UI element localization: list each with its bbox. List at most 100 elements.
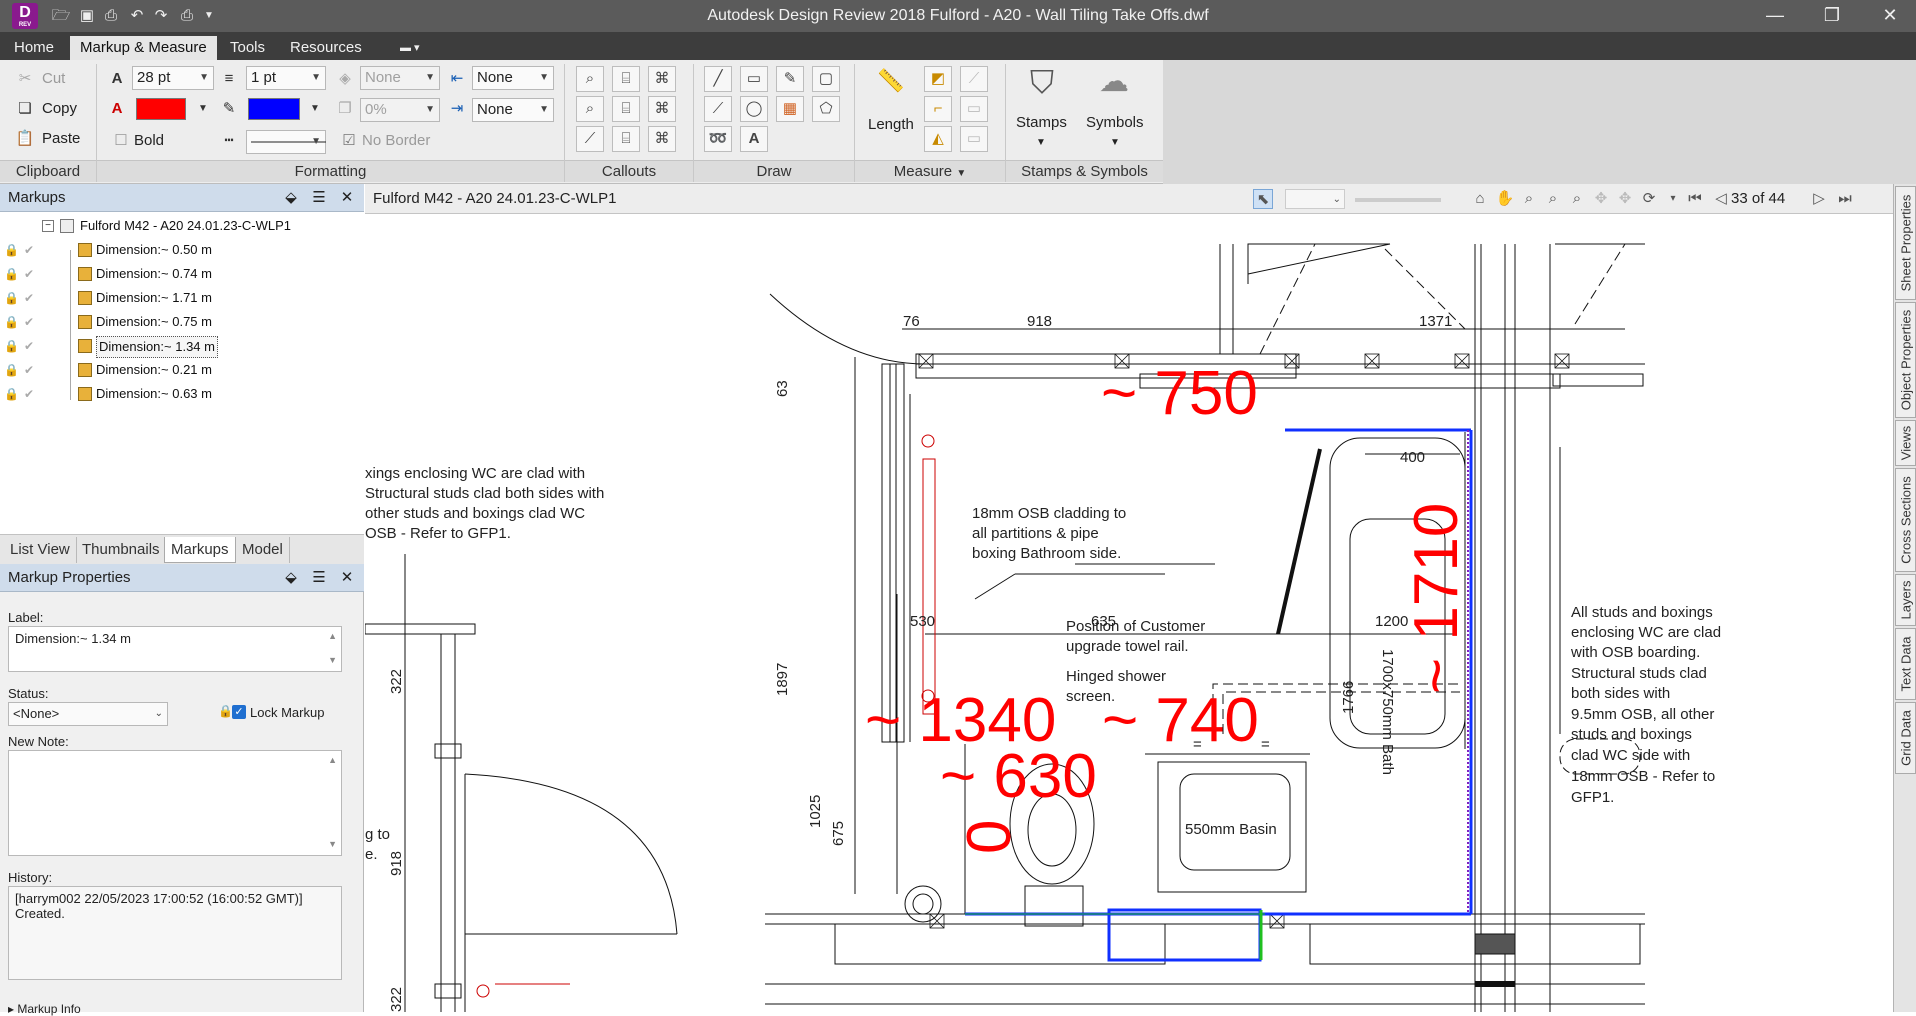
label-field[interactable]: Dimension:~ 1.34 m ▲ ▼ <box>8 626 342 672</box>
callout-arrow-icon[interactable]: ⌸ <box>612 96 640 122</box>
tab-model[interactable]: Model <box>236 537 290 563</box>
rectangle-tool-icon[interactable]: ▭ <box>740 66 768 92</box>
text-color-dropdown-icon[interactable]: ▼ <box>192 98 214 120</box>
transparency-select[interactable]: 0% ▼ <box>360 98 440 122</box>
panel-close-icon[interactable]: ✕ <box>336 187 358 209</box>
lock-icon[interactable]: 🔒 <box>4 286 19 310</box>
copy-button[interactable]: Copy <box>42 98 77 120</box>
list-item-selected[interactable]: 🔒 ✔ Dimension:~ 1.34 m <box>0 334 364 358</box>
list-item[interactable]: 🔒 ✔ Dimension:~ 0.75 m <box>0 310 364 334</box>
close-window-icon[interactable]: ✕ <box>1870 4 1910 28</box>
check-icon[interactable]: ✔ <box>24 310 34 334</box>
check-icon[interactable]: ✔ <box>24 286 34 310</box>
tab-home[interactable]: Home <box>4 36 64 60</box>
pan-icon[interactable]: ✋ <box>1495 189 1515 209</box>
tab-object-properties[interactable]: Object Properties <box>1895 302 1916 418</box>
text-color-swatch[interactable] <box>136 98 186 120</box>
no-border-checkbox[interactable]: ☑ <box>338 130 360 152</box>
tab-layers[interactable]: Layers <box>1895 574 1916 626</box>
line-style-select[interactable]: ————— ▼ <box>246 130 326 154</box>
collapse-icon[interactable]: − <box>42 220 54 232</box>
callout-sketch-icon[interactable]: ⌘ <box>648 126 676 152</box>
font-size-select[interactable]: 28 pt ▼ <box>132 66 214 90</box>
check-icon[interactable]: ✔ <box>24 238 34 262</box>
list-item[interactable]: 🔒 ✔ Dimension:~ 0.50 m <box>0 238 364 262</box>
lock-markup-checkbox[interactable]: ✓ <box>232 705 246 719</box>
fit-to-window-icon[interactable]: ⌕ <box>1567 189 1587 209</box>
walk-icon[interactable]: ✥ <box>1615 189 1635 209</box>
markup-small[interactable]: 0 <box>955 820 1024 854</box>
line-color-swatch[interactable] <box>248 98 300 120</box>
list-item[interactable]: 🔒 ✔ Dimension:~ 1.71 m <box>0 286 364 310</box>
length-button[interactable]: Length <box>868 114 914 136</box>
list-item[interactable]: 🔒 ✔ Dimension:~ 0.21 m <box>0 358 364 382</box>
check-icon[interactable]: ✔ <box>24 334 34 358</box>
fill-pattern-select[interactable]: None ▼ <box>360 66 440 90</box>
zoom-slider[interactable] <box>1355 198 1441 202</box>
tab-views[interactable]: Views <box>1895 420 1916 466</box>
callout-rect-icon[interactable]: ⌸ <box>612 66 640 92</box>
tab-markup-measure[interactable]: Markup & Measure <box>70 36 217 60</box>
zoom-icon[interactable]: ⌕ <box>1519 189 1539 209</box>
previous-page-icon[interactable]: ◁ <box>1711 189 1731 209</box>
check-icon[interactable]: ✔ <box>24 262 34 286</box>
tab-resources[interactable]: Resources <box>280 36 372 60</box>
start-arrow-select[interactable]: None ▼ <box>472 66 554 90</box>
lock-icon[interactable]: 🔒 <box>4 382 19 406</box>
first-page-icon[interactable]: ⏮ <box>1685 189 1705 209</box>
tree-root[interactable]: − Fulford M42 - A20 24.01.23-C-WLP1 <box>0 214 364 238</box>
area-tool-icon[interactable]: ◩ <box>924 66 952 92</box>
stamps-dropdown-icon[interactable]: ▼ <box>1036 132 1046 154</box>
list-item[interactable]: 🔒 ✔ Dimension:~ 0.63 m <box>0 382 364 406</box>
lock-icon[interactable]: 🔒 <box>4 358 19 382</box>
nav-dropdown-icon[interactable]: ▾ <box>1663 189 1683 209</box>
last-page-icon[interactable]: ⏭ <box>1835 189 1855 209</box>
tab-thumbnails[interactable]: Thumbnails <box>76 537 167 563</box>
scroll-up-icon[interactable]: ▲ <box>328 755 337 765</box>
tab-tools[interactable]: Tools <box>220 36 275 60</box>
line-weight-select[interactable]: 1 pt ▼ <box>246 66 326 90</box>
next-page-icon[interactable]: ▷ <box>1809 189 1829 209</box>
callout-poly-icon[interactable]: ⌘ <box>648 66 676 92</box>
lock-icon[interactable]: 🔒 <box>4 262 19 286</box>
line-color-dropdown-icon[interactable]: ▼ <box>304 98 326 120</box>
new-note-field[interactable]: ▲ ▼ <box>8 750 342 856</box>
scroll-down-icon[interactable]: ▼ <box>328 839 337 849</box>
check-icon[interactable]: ✔ <box>24 358 34 382</box>
scroll-up-icon[interactable]: ▲ <box>328 631 337 641</box>
tab-list-view[interactable]: List View <box>4 537 77 563</box>
lock-icon[interactable]: 🔒 <box>4 238 19 262</box>
markup-740[interactable]: ~ 740 <box>1102 686 1259 755</box>
tab-markups[interactable]: Markups <box>164 537 236 563</box>
panel-close-icon[interactable]: ✕ <box>336 567 358 589</box>
panel-menu-icon[interactable]: ☰ <box>308 187 330 209</box>
measure-settings-icon[interactable]: ▭ <box>960 126 988 152</box>
markup-750[interactable]: ~ 750 <box>1101 359 1258 428</box>
ribbon-options-icon[interactable]: ▬ ▾ <box>390 36 430 60</box>
markup-tool-icon[interactable]: ⬙ <box>280 567 302 589</box>
markup-info-header[interactable]: ▸ Markup Info <box>8 1002 81 1016</box>
lock-icon[interactable]: 🔒 <box>4 310 19 334</box>
coordinate-tool-icon[interactable]: ◭ <box>924 126 952 152</box>
zoom-percent-select[interactable]: ⌄ <box>1285 189 1345 209</box>
calibrate-tool-icon[interactable]: ▭ <box>960 96 988 122</box>
rounded-rect-tool-icon[interactable]: ▢ <box>812 66 840 92</box>
perimeter-tool-icon[interactable]: ⟋ <box>960 66 988 92</box>
zoom-rectangle-icon[interactable]: ⌕ <box>1543 189 1563 209</box>
bold-checkbox[interactable]: ☐ <box>110 130 132 152</box>
rotate-icon[interactable]: ⟳ <box>1639 189 1659 209</box>
highlight-tool-icon[interactable]: ▦ <box>776 96 804 122</box>
tab-grid-data[interactable]: Grid Data <box>1895 702 1916 774</box>
angle-tool-icon[interactable]: ⌐ <box>924 96 952 122</box>
stamps-button[interactable]: Stamps <box>1016 112 1067 134</box>
symbols-button[interactable]: Symbols <box>1086 112 1144 134</box>
tab-sheet-properties[interactable]: Sheet Properties <box>1895 186 1916 300</box>
tab-text-data[interactable]: Text Data <box>1895 628 1916 700</box>
line-tool-icon[interactable]: ╱ <box>704 66 732 92</box>
check-icon[interactable]: ✔ <box>24 382 34 406</box>
list-item[interactable]: 🔒 ✔ Dimension:~ 0.74 m <box>0 262 364 286</box>
select-tool-icon[interactable]: ⬉ <box>1253 189 1273 209</box>
callout-text-icon[interactable]: ⌘ <box>648 96 676 122</box>
callout-ellipse-icon[interactable]: ⌕ <box>576 96 604 122</box>
orbit-icon[interactable]: ✥ <box>1591 189 1611 209</box>
